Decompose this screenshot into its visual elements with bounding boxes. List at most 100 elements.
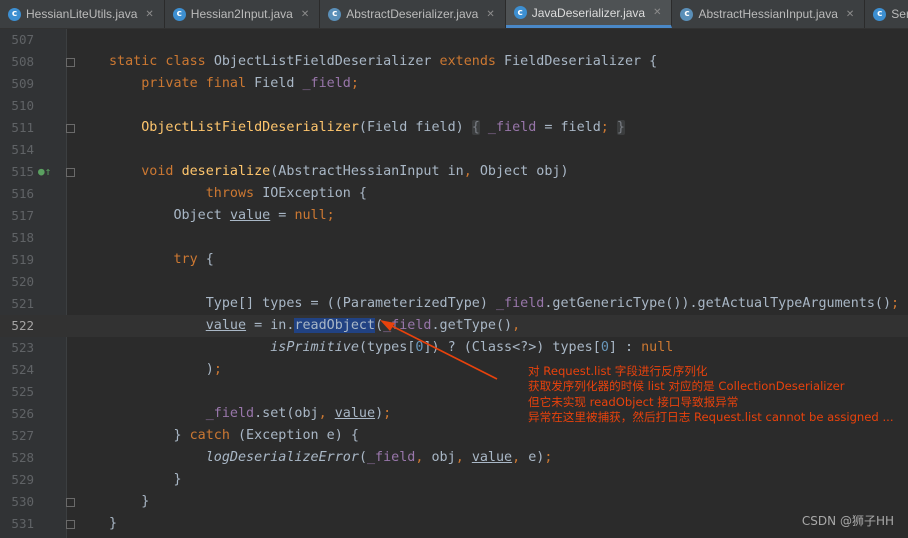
code-token: .getType() (431, 318, 513, 333)
annotation-line: 获取发序列化器的时候 list 对应的是 CollectionDeseriali… (528, 379, 845, 394)
line-number: 520 (11, 274, 34, 289)
code-token: , (512, 450, 529, 465)
code-line[interactable]: 522 value = in.readObject(_field.getType… (0, 315, 908, 337)
code-token: _field (205, 406, 255, 421)
tab-serializerfactor[interactable]: c SerializerFactor (865, 0, 908, 28)
code-token: .set(obj (254, 406, 319, 421)
code-token: ; (600, 120, 609, 135)
code-text: value = in.readObject(_field.getType(), (109, 315, 520, 337)
close-icon[interactable]: ✕ (301, 9, 309, 20)
selected-token: readObject (294, 318, 376, 333)
code-text: } (109, 469, 181, 491)
code-token: = field (536, 120, 601, 135)
code-token: ObjectListFieldDeserializer (213, 54, 440, 69)
line-number: 526 (11, 406, 34, 421)
java-class-icon: c (172, 7, 186, 21)
line-number: 514 (11, 142, 34, 157)
code-token: .getGenericType()).getActualTypeArgument… (544, 296, 892, 311)
close-icon[interactable]: ✕ (846, 9, 854, 20)
code-line[interactable]: 519 try { (0, 249, 908, 271)
code-token: (Exception e) { (238, 428, 359, 443)
line-number: 521 (11, 296, 34, 311)
code-token: } (109, 516, 118, 531)
code-token: ]) ? (Class<?>) types[ (423, 340, 601, 355)
code-line[interactable]: 508 static class ObjectListFieldDeseriali… (0, 51, 908, 73)
code-line[interactable]: 517 Object value = null; (0, 205, 908, 227)
code-line[interactable]: 520 (0, 271, 908, 293)
code-line[interactable]: 523 isPrimitive(types[0]) ? (Class<?>) t… (0, 337, 908, 359)
code-token: 0 (600, 340, 609, 355)
code-token: ) (109, 362, 214, 377)
line-number: 525 (11, 384, 34, 399)
fold-toggle-icon[interactable] (66, 498, 75, 507)
code-token: , (318, 406, 335, 421)
code-line[interactable]: 531} (0, 513, 908, 535)
close-icon[interactable]: ✕ (145, 9, 153, 20)
code-line[interactable]: 530 } (0, 491, 908, 513)
tab-hessianliteutils[interactable]: c HessianLiteUtils.java ✕ (0, 0, 165, 28)
code-line[interactable]: 514 (0, 139, 908, 161)
java-abstract-class-icon: c (680, 7, 694, 21)
override-marker-icon[interactable]: ●↑ (38, 161, 51, 183)
code-line[interactable]: 521 Type[] types = ((ParameterizedType) … (0, 293, 908, 315)
code-text: throws IOException { (109, 183, 367, 205)
tab-hessian2input[interactable]: c Hessian2Input.java ✕ (165, 0, 321, 28)
code-token: try (173, 252, 206, 267)
line-number: 524 (11, 362, 34, 377)
code-token: _field (495, 296, 545, 311)
fold-toggle-icon[interactable] (66, 124, 75, 133)
code-line[interactable]: 509 private final Field _field; (0, 73, 908, 95)
code-token: Type[] types = ((ParameterizedType) (109, 296, 496, 311)
code-line[interactable]: 510 (0, 95, 908, 117)
editor-tab-bar: c HessianLiteUtils.java ✕ c Hessian2Input.ja… (0, 0, 908, 29)
code-token: ; (350, 76, 359, 91)
code-token: Object obj) (479, 164, 569, 179)
code-token: Field (254, 76, 303, 91)
code-line[interactable]: 516 throws IOException { (0, 183, 908, 205)
line-number: 531 (11, 516, 34, 531)
code-token: (AbstractHessianInput in (270, 164, 464, 179)
code-line[interactable]: 515 ●↑ void deserialize(AbstractHessianIn… (0, 161, 908, 183)
code-token: ; (891, 296, 900, 311)
code-token: , (463, 164, 480, 179)
code-line[interactable]: 527 } catch (Exception e) { (0, 425, 908, 447)
tab-javadeserializer[interactable]: c JavaDeserializer.java ✕ (505, 0, 673, 28)
code-line[interactable]: 511 ObjectListFieldDeserializer(Field fi… (0, 117, 908, 139)
code-token: deserialize (181, 164, 271, 179)
code-token: _field (367, 450, 416, 465)
java-class-icon: c (873, 7, 887, 21)
close-icon[interactable]: ✕ (653, 7, 661, 18)
code-text: } catch (Exception e) { (109, 425, 359, 447)
fold-toggle-icon[interactable] (66, 520, 75, 529)
fold-toggle-icon[interactable] (66, 58, 75, 67)
code-text: try { (109, 249, 214, 271)
code-token: catch (189, 428, 238, 443)
code-token: { (471, 120, 480, 135)
code-token: , (415, 450, 432, 465)
code-token: private final (141, 76, 255, 91)
code-line[interactable]: 528 logDeserializeError(_field, obj, val… (0, 447, 908, 469)
tab-abstractdeserializer[interactable]: c AbstractDeserializer.java ✕ (320, 0, 506, 28)
line-number: 509 (11, 76, 34, 91)
code-editor[interactable]: 507 508 static class ObjectListFieldDeseri… (0, 29, 908, 538)
fold-toggle-icon[interactable] (66, 168, 75, 177)
code-text: Object value = null; (109, 205, 334, 227)
close-icon[interactable]: ✕ (486, 9, 494, 20)
code-line[interactable]: 507 (0, 29, 908, 51)
tab-abstracthessianinput[interactable]: c AbstractHessianInput.java ✕ (672, 0, 866, 28)
code-text: static class ObjectListFieldDeserializer… (109, 51, 657, 73)
code-line[interactable]: 529 } (0, 469, 908, 491)
code-text: logDeserializeError(_field, obj, value, … (109, 447, 553, 469)
watermark: CSDN @狮子HH (801, 514, 894, 528)
code-line[interactable]: 518 (0, 227, 908, 249)
code-token: _field (302, 76, 351, 91)
code-token: ( (375, 318, 384, 333)
code-token: isPrimitive (270, 340, 359, 355)
code-token: } (616, 120, 625, 135)
